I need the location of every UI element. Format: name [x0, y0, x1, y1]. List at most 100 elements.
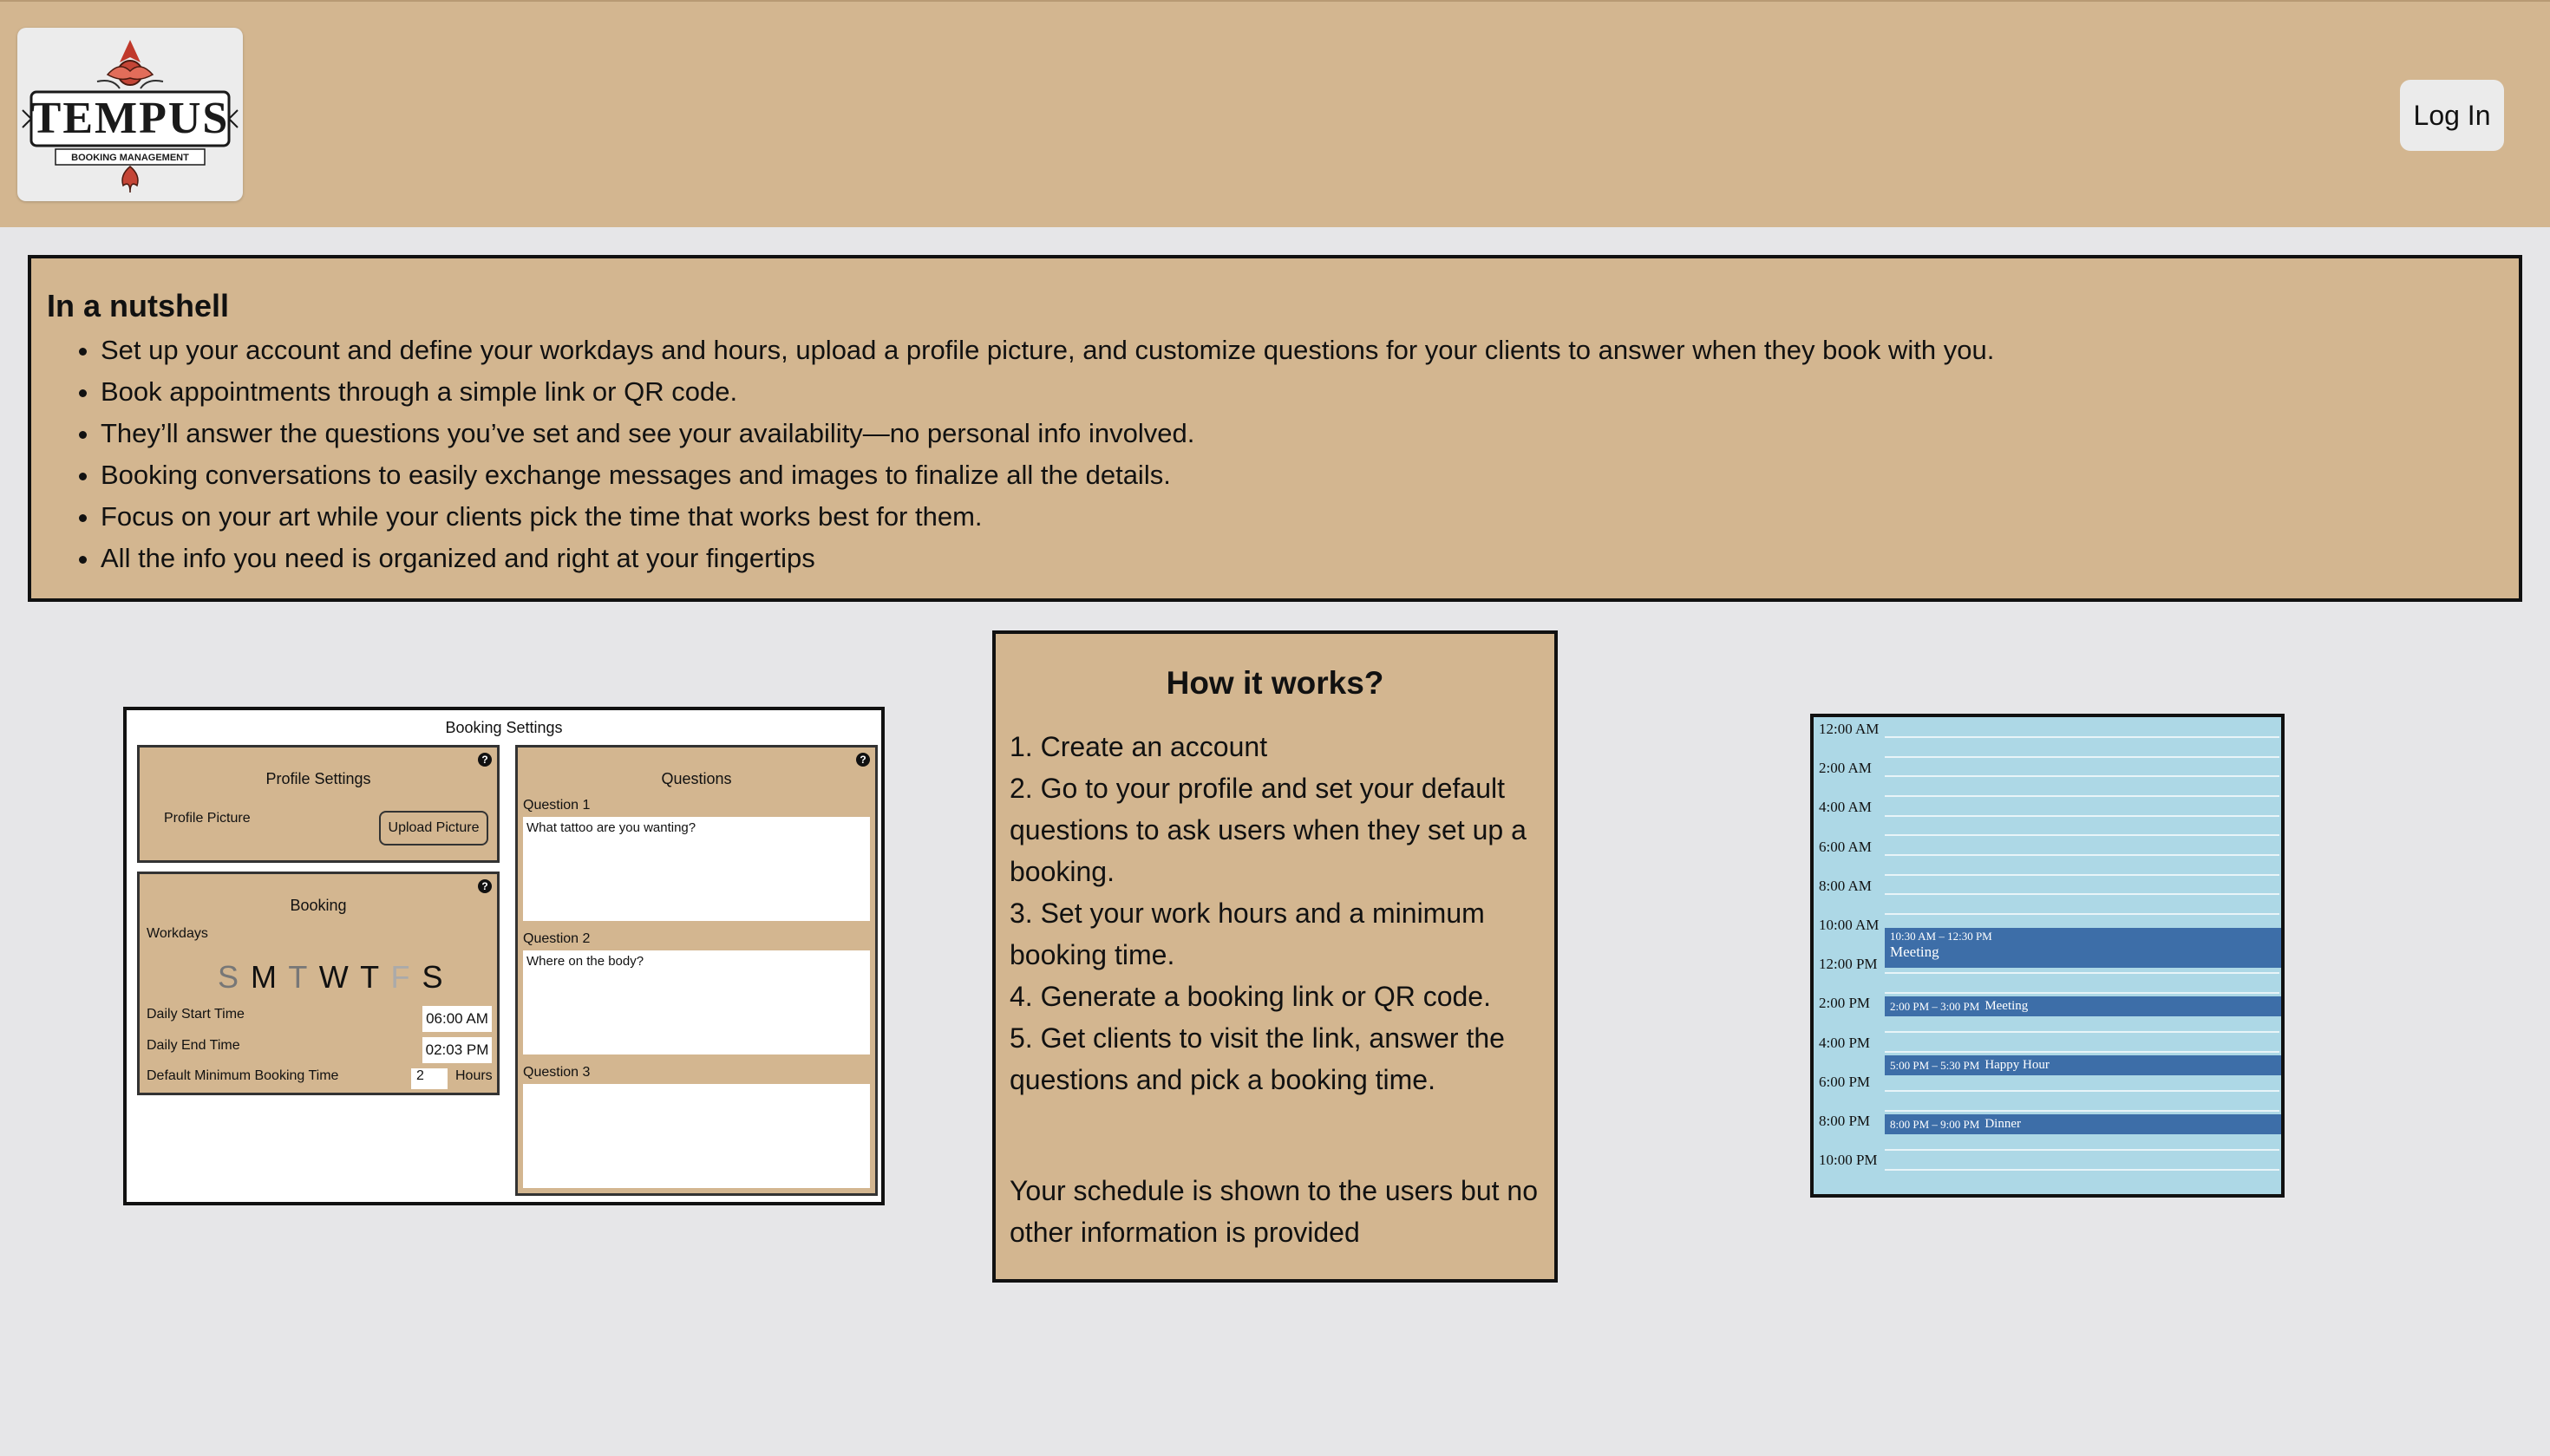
profile-settings-title: Profile Settings	[265, 770, 371, 787]
calendar-event: 5:00 PM – 5:30 PM Happy Hour	[1885, 1055, 2281, 1075]
login-button[interactable]: Log In	[2400, 80, 2504, 151]
min-booking-stepper: 2	[411, 1068, 448, 1089]
calendar-gridline	[1885, 913, 2279, 915]
calendar-hour-label: 10:00 PM	[1819, 1152, 1878, 1168]
list-item: 1. Create an account	[1010, 731, 1268, 762]
question-2-label: Question 2	[523, 931, 591, 946]
question-3-label: Question 3	[523, 1065, 591, 1080]
calendar-hour-label: 4:00 AM	[1819, 799, 1872, 815]
calendar-hour-label: 6:00 PM	[1819, 1074, 1871, 1090]
tempus-logo[interactable]: TEMPUS BOOKING MANAGEMENT	[17, 28, 243, 201]
how-it-works-title: How it works?	[1166, 665, 1384, 701]
daily-end-value: 02:03 PM	[422, 1037, 492, 1063]
calendar-gridline	[1885, 854, 2279, 856]
day-sunday: S	[218, 959, 241, 995]
calendar-gridline	[1885, 775, 2279, 777]
calendar-gridline	[1885, 756, 2279, 758]
list-item: 5. Get clients to visit the link, answer…	[1010, 1022, 1505, 1095]
calendar-hour-label: 2:00 AM	[1819, 760, 1872, 776]
privacy-note: Your schedule is shown to the users but …	[1010, 1175, 1538, 1248]
day-tuesday: T	[288, 959, 309, 995]
event-name: Happy Hour	[1984, 1058, 2050, 1072]
event-name: Meeting	[1890, 943, 1939, 960]
calendar-event: 2:00 PM – 3:00 PM Meeting	[1885, 996, 2281, 1016]
workdays-label: Workdays	[147, 926, 208, 941]
day-monday: M	[251, 959, 279, 995]
questions-title: Questions	[661, 770, 732, 787]
calendar-gridline	[1885, 1169, 2279, 1171]
daily-start-label: Daily Start Time	[147, 1007, 245, 1022]
help-icon: ?	[478, 753, 492, 767]
calendar-hour-label: 8:00 PM	[1819, 1113, 1871, 1129]
hours-label: Hours	[455, 1068, 493, 1083]
event-name: Dinner	[1984, 1117, 2021, 1131]
calendar-hour-label: 8:00 AM	[1819, 878, 1872, 894]
list-item: Book appointments through a simple link …	[101, 371, 2519, 413]
booking-settings-title: Booking Settings	[445, 719, 563, 736]
event-time: 5:00 PM – 5:30 PM	[1890, 1058, 1980, 1072]
svg-text:TEMPUS: TEMPUS	[31, 94, 230, 143]
calendar-gridline	[1885, 834, 2279, 836]
workdays-selector: S M T W T F S	[218, 959, 444, 996]
calendar-event: 10:30 AM – 12:30 PM Meeting	[1885, 928, 2281, 968]
calendar-gridline	[1885, 1149, 2279, 1151]
calendar-hour-label: 4:00 PM	[1819, 1035, 1871, 1051]
list-item: 2. Go to your profile and set your defau…	[1010, 773, 1527, 887]
list-item: 4. Generate a booking link or QR code.	[1010, 981, 1491, 1012]
event-time: 10:30 AM – 12:30 PM	[1890, 930, 1992, 943]
day-wednesday: W	[318, 959, 350, 995]
svg-text:BOOKING MANAGEMENT: BOOKING MANAGEMENT	[71, 153, 189, 163]
daily-end-label: Daily End Time	[147, 1038, 240, 1053]
list-item: Focus on your art while your clients pic…	[101, 496, 2519, 538]
calendar-gridline	[1885, 1031, 2279, 1033]
calendar-hour-label: 2:00 PM	[1819, 995, 1871, 1011]
calendar-hour-label: 10:00 AM	[1819, 917, 1880, 933]
list-item: Booking conversations to easily exchange…	[101, 454, 2519, 496]
calendar-hour-label: 12:00 AM	[1819, 721, 1880, 737]
list-item: Set up your account and define your work…	[101, 330, 2519, 371]
question-1-field: What tattoo are you wanting?	[523, 817, 870, 921]
min-booking-label: Default Minimum Booking Time	[147, 1068, 339, 1083]
site-header: TEMPUS BOOKING MANAGEMENT Log In	[0, 0, 2550, 227]
booking-settings-preview: Booking Settings Profile Settings ? Prof…	[123, 707, 885, 1205]
nutshell-panel: In a nutshell Set up your account and de…	[28, 255, 2522, 602]
nutshell-title: In a nutshell	[47, 288, 230, 323]
calendar-gridline	[1885, 815, 2279, 817]
calendar-gridline	[1885, 992, 2279, 994]
day-thursday: T	[360, 959, 381, 995]
calendar-gridline	[1885, 972, 2279, 974]
question-3-field	[523, 1084, 870, 1188]
calendar-gridline	[1885, 893, 2279, 895]
question-1-label: Question 1	[523, 798, 591, 813]
list-item: They’ll answer the questions you’ve set …	[101, 413, 2519, 454]
nutshell-list: Set up your account and define your work…	[47, 330, 2519, 579]
question-2-field: Where on the body?	[523, 950, 870, 1054]
calendar-hour-label: 6:00 AM	[1819, 839, 1872, 855]
calendar-event: 8:00 PM – 9:00 PM Dinner	[1885, 1114, 2281, 1134]
tempus-logo-graphic: TEMPUS BOOKING MANAGEMENT	[22, 40, 239, 193]
calendar-gridline	[1885, 874, 2279, 876]
calendar-gridline	[1885, 795, 2279, 797]
booking-title: Booking	[290, 897, 347, 914]
calendar-gridline	[1885, 1090, 2279, 1092]
day-friday: F	[390, 959, 412, 995]
upload-picture-button: Upload Picture	[379, 811, 488, 846]
calendar-gridline	[1885, 1110, 2279, 1112]
how-it-works-steps: 1. Create an account 2. Go to your profi…	[1010, 726, 1540, 1100]
list-item: All the info you need is organized and r…	[101, 538, 2519, 579]
event-name: Meeting	[1984, 999, 2029, 1013]
event-time: 8:00 PM – 9:00 PM	[1890, 1117, 1980, 1131]
calendar-gridline	[1885, 736, 2279, 738]
daily-start-value: 06:00 AM	[422, 1006, 492, 1032]
day-saturday: S	[422, 959, 445, 995]
list-item: 3. Set your work hours and a minimum boo…	[1010, 898, 1485, 970]
booking-panel: Booking ? Workdays S M T W T F S Daily S…	[137, 872, 500, 1095]
calendar-preview: 12:00 AM 2:00 AM 4:00 AM 6:00 AM 8:00 AM…	[1810, 714, 2285, 1198]
calendar-gridline	[1885, 1051, 2279, 1053]
how-it-works-panel: How it works? 1. Create an account 2. Go…	[992, 630, 1558, 1283]
questions-panel: Questions ? Question 1 What tattoo are y…	[515, 745, 878, 1196]
help-icon: ?	[856, 753, 870, 767]
help-icon: ?	[478, 879, 492, 893]
profile-picture-label: Profile Picture	[164, 811, 251, 826]
event-time: 2:00 PM – 3:00 PM	[1890, 999, 1980, 1013]
